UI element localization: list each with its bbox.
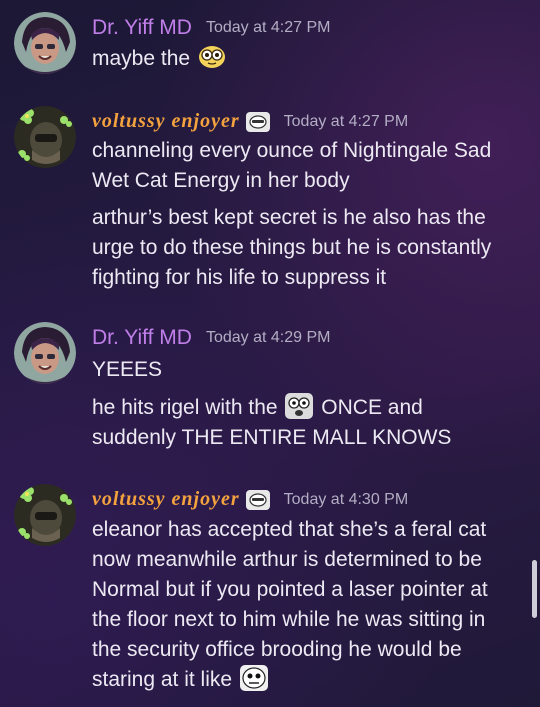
timestamp[interactable]: Today at 4:27 PM [284, 113, 409, 131]
message-header: Dr. Yiff MD Today at 4:29 PM [92, 326, 330, 350]
message-line: fighting for his life to suppress it [92, 263, 512, 293]
message-text: fighting for his life to suppress it [92, 266, 387, 289]
message-line: eleanor has accepted that she’s a feral … [92, 515, 512, 545]
message-line: staring at it like [92, 665, 512, 695]
username[interactable]: voltussy enjoyer [92, 110, 240, 133]
message-line: he hits rigel with the ONCE and [92, 393, 512, 423]
message-line: channeling every ounce of Nightingale Sa… [92, 136, 512, 166]
message-text: staring at it like [92, 668, 233, 691]
message-line: maybe the [92, 44, 512, 74]
message-line: Normal but if you pointed a laser pointe… [92, 575, 512, 605]
message-text: the floor next to him while he was sitti… [92, 608, 486, 631]
server-badge-icon[interactable] [245, 111, 270, 132]
message-text: the security office brooding he would be [92, 638, 462, 661]
message-line: the security office brooding he would be [92, 635, 512, 665]
message-line: YEEES [92, 355, 512, 385]
dark-haired-character-avatar[interactable] [14, 12, 76, 74]
message-text: Wet Cat Energy in her body [92, 169, 350, 192]
message-text: maybe the [92, 47, 191, 70]
message-text: suddenly THE ENTIRE MALL KNOWS [92, 426, 452, 449]
masked-character-clover-avatar[interactable] [14, 484, 76, 546]
message-header: voltussy enjoyer Today at 4:30 PM [92, 488, 408, 511]
flushed-eyes-emoji[interactable] [198, 44, 226, 70]
message-line: now meanwhile arthur is determined to be [92, 545, 512, 575]
message-line: the floor next to him while he was sitti… [92, 605, 512, 635]
message-line: suddenly THE ENTIRE MALL KNOWS [92, 423, 512, 453]
message-line: urge to do these things but he is consta… [92, 233, 512, 263]
timestamp[interactable]: Today at 4:30 PM [284, 491, 409, 509]
username[interactable]: voltussy enjoyer [92, 488, 240, 511]
scrollbar[interactable] [532, 560, 537, 618]
username[interactable]: Dr. Yiff MD [92, 326, 192, 350]
timestamp[interactable]: Today at 4:27 PM [206, 19, 331, 37]
message-text: YEEES [92, 358, 163, 381]
message-line: Wet Cat Energy in her body [92, 166, 512, 196]
message-text: eleanor has accepted that she’s a feral … [92, 518, 487, 541]
message-header: voltussy enjoyer Today at 4:27 PM [92, 110, 408, 133]
message-text: ONCE and [321, 396, 423, 419]
message-text: he hits rigel with the [92, 396, 278, 419]
message-text: channeling every ounce of Nightingale Sa… [92, 139, 492, 162]
message-header: Dr. Yiff MD Today at 4:27 PM [92, 16, 330, 40]
message-text: urge to do these things but he is consta… [92, 236, 492, 259]
masked-character-clover-avatar[interactable] [14, 106, 76, 168]
message-line: arthur’s best kept secret is he also has… [92, 203, 512, 233]
dark-haired-character-avatar[interactable] [14, 322, 76, 384]
message-text: Normal but if you pointed a laser pointe… [92, 578, 488, 601]
shocked-face-emoji[interactable] [285, 393, 314, 419]
staring-face-emoji[interactable] [239, 665, 268, 691]
message-text: now meanwhile arthur is determined to be [92, 548, 482, 571]
timestamp[interactable]: Today at 4:29 PM [206, 329, 331, 347]
username[interactable]: Dr. Yiff MD [92, 16, 192, 40]
message-text: arthur’s best kept secret is he also has… [92, 206, 486, 229]
server-badge-icon[interactable] [245, 489, 270, 510]
